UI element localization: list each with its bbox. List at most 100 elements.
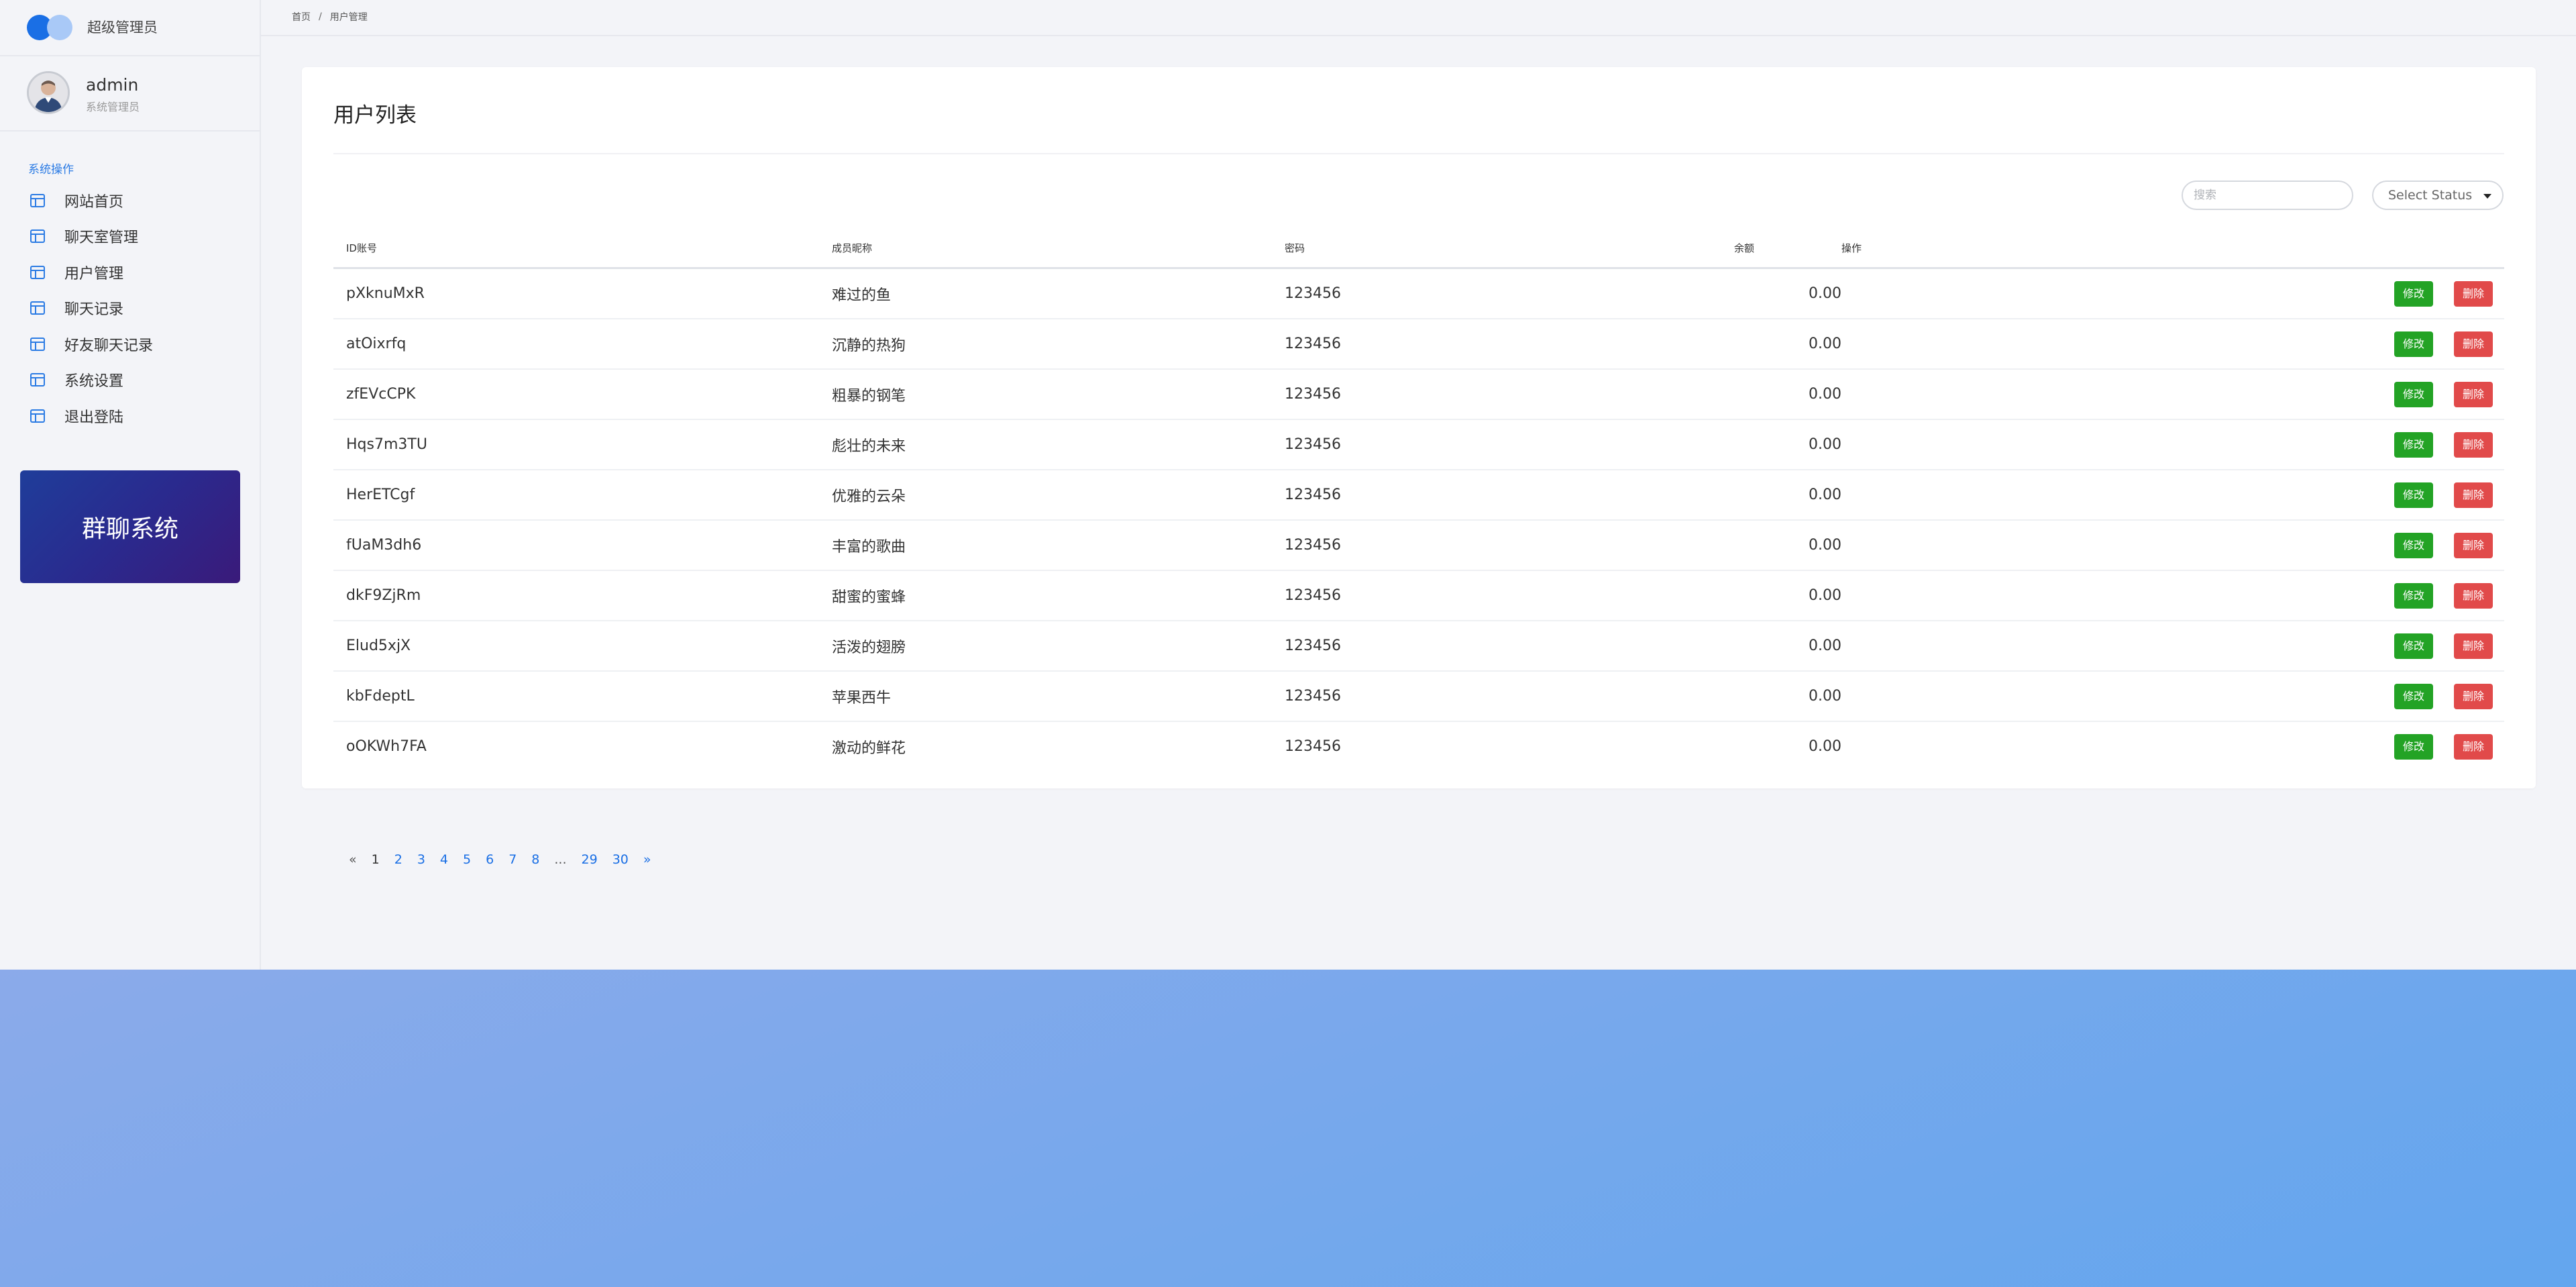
cell-password: 123456 (1285, 738, 1341, 755)
sidebar-item-label: 用户管理 (64, 265, 124, 282)
column-header-nick[interactable]: 成员昵称 (832, 228, 1285, 269)
edit-button[interactable]: 修改 (2394, 482, 2433, 508)
delete-button[interactable]: 删除 (2453, 331, 2493, 357)
sidebar-item-home[interactable]: 网站首页 (30, 183, 153, 219)
pagination-page[interactable]: 7 (508, 852, 517, 867)
edit-button[interactable]: 修改 (2394, 633, 2433, 659)
pagination-page[interactable]: 4 (440, 852, 448, 867)
breadcrumb-home[interactable]: 首页 (292, 10, 311, 23)
layout-icon (30, 373, 45, 387)
layout-icon (30, 193, 45, 207)
delete-button[interactable]: 删除 (2453, 381, 2493, 407)
delete-button[interactable]: 删除 (2453, 431, 2493, 458)
delete-button[interactable]: 删除 (2453, 482, 2493, 508)
delete-button[interactable]: 删除 (2453, 633, 2493, 659)
sidebar-item-chat-records[interactable]: 聊天记录 (30, 291, 153, 327)
cell-ops: 修改 删除 (1841, 570, 2504, 621)
app-window: 超级管理员 admin 系统管理员 系统操作 网站首页 聊天室管理 用户管理 聊… (0, 0, 2576, 970)
cell-nick: 难过的鱼 (832, 268, 1285, 319)
cell-ops: 修改 删除 (1841, 268, 2504, 319)
cell-id: oOKWh7FA (346, 738, 427, 755)
sidebar-item-friend-chat-records[interactable]: 好友聊天记录 (30, 326, 153, 362)
edit-button[interactable]: 修改 (2394, 280, 2433, 307)
cell-nick: 粗暴的钢笔 (832, 369, 1285, 420)
brand[interactable]: 超级管理员 (27, 13, 158, 40)
delete-button[interactable]: 删除 (2453, 582, 2493, 609)
cell-nick: 苹果西牛 (832, 671, 1285, 722)
pagination-page[interactable]: 2 (394, 852, 402, 867)
edit-button[interactable]: 修改 (2394, 331, 2433, 357)
pagination-next[interactable]: » (643, 852, 651, 867)
pagination-page[interactable]: 8 (531, 852, 539, 867)
cell-nick: 彪壮的未来 (832, 419, 1285, 470)
cell-ops: 修改 删除 (1841, 721, 2504, 771)
sidebar-item-users[interactable]: 用户管理 (30, 254, 153, 291)
status-select[interactable]: Select Status (2372, 181, 2504, 210)
brand-name: 超级管理员 (87, 19, 158, 36)
avatar[interactable] (27, 71, 70, 114)
cell-nick: 甜蜜的蜜蜂 (832, 570, 1285, 621)
cell-balance: 0.00 (1734, 570, 1841, 621)
cell-ops: 修改 删除 (1841, 369, 2504, 420)
column-header-password[interactable]: 密码 (1285, 228, 1734, 269)
sidebar-item-settings[interactable]: 系统设置 (30, 362, 153, 399)
brand-logo-icon (27, 13, 75, 40)
sidebar-item-label: 系统设置 (64, 373, 124, 391)
delete-button[interactable]: 删除 (2453, 532, 2493, 558)
cell-password: 123456 (1285, 470, 1734, 521)
edit-button[interactable]: 修改 (2394, 733, 2433, 760)
sidebar-nav: 网站首页 聊天室管理 用户管理 聊天记录 好友聊天记录 系统设置 退出登陆 (30, 183, 153, 434)
user-table: ID账号 成员昵称 密码 余额 操作 pXknuMxR 难过的鱼 123456 0.0… (333, 228, 2504, 771)
header-divider (261, 35, 2576, 36)
cell-balance: 0.00 (1734, 419, 1841, 470)
sidebar-item-logout[interactable]: 退出登陆 (30, 398, 153, 434)
table-row: kbFdeptL 苹果西牛 123456 0.00 修改 删除 (333, 671, 2504, 722)
cell-password: 123456 (1285, 369, 1734, 420)
caret-down-icon (2483, 194, 2491, 199)
sidebar-item-label: 好友聊天记录 (64, 337, 154, 354)
edit-button[interactable]: 修改 (2394, 582, 2433, 609)
column-header-balance[interactable]: 余额 (1734, 228, 1841, 269)
column-header-id[interactable]: ID账号 (333, 228, 832, 269)
pagination-page[interactable]: 29 (582, 852, 598, 867)
column-header-ops: 操作 (1841, 228, 2504, 269)
cell-password: 123456 (1285, 520, 1734, 571)
table-row: dkF9ZjRm 甜蜜的蜜蜂 123456 0.00 修改 删除 (333, 570, 2504, 621)
cell-password: 123456 (1285, 268, 1734, 319)
cell-balance: 0.00 (1734, 268, 1841, 319)
cell-ops: 修改 删除 (1841, 419, 2504, 470)
cell-password: 123456 (1285, 570, 1734, 621)
pagination-prev[interactable]: « (349, 852, 357, 867)
pagination-page[interactable]: 6 (486, 852, 494, 867)
edit-button[interactable]: 修改 (2394, 532, 2433, 558)
delete-button[interactable]: 删除 (2453, 280, 2493, 307)
cell-id: HerETCgf (333, 470, 832, 521)
table-header-row: ID账号 成员昵称 密码 余额 操作 (333, 228, 2504, 269)
cell-password: 123456 (1285, 621, 1734, 672)
sidebar: 超级管理员 admin 系统管理员 系统操作 网站首页 聊天室管理 用户管理 聊… (0, 0, 261, 970)
sidebar-item-label: 聊天室管理 (64, 229, 139, 247)
cell-id: Elud5xjX (333, 621, 832, 672)
pagination-page[interactable]: 1 (372, 852, 380, 867)
delete-button[interactable]: 删除 (2453, 683, 2493, 709)
pagination-page[interactable]: 5 (463, 852, 471, 867)
breadcrumb: 首页 / 用户管理 (292, 10, 368, 23)
layout-icon (30, 409, 45, 423)
cell-id: fUaM3dh6 (333, 520, 832, 571)
edit-button[interactable]: 修改 (2394, 431, 2433, 458)
sidebar-item-chatrooms[interactable]: 聊天室管理 (30, 219, 153, 255)
pagination-page[interactable]: 3 (417, 852, 425, 867)
sidebar-item-label: 退出登陆 (64, 409, 124, 426)
search-input[interactable] (2182, 181, 2353, 210)
edit-button[interactable]: 修改 (2394, 683, 2433, 709)
pagination-page[interactable]: 30 (612, 852, 629, 867)
edit-button[interactable]: 修改 (2394, 381, 2433, 407)
delete-button[interactable]: 删除 (2453, 733, 2493, 760)
user-profile: admin 系统管理员 (0, 55, 260, 132)
table-row: HerETCgf 优雅的云朵 123456 0.00 修改 删除 (333, 470, 2504, 521)
promo-banner[interactable]: 群聊系统 (20, 470, 240, 583)
cell-nick: 优雅的云朵 (832, 470, 1285, 521)
cell-balance: 0.00 (1809, 738, 1841, 755)
cell-id: dkF9ZjRm (333, 570, 832, 621)
cell-balance: 0.00 (1734, 621, 1841, 672)
